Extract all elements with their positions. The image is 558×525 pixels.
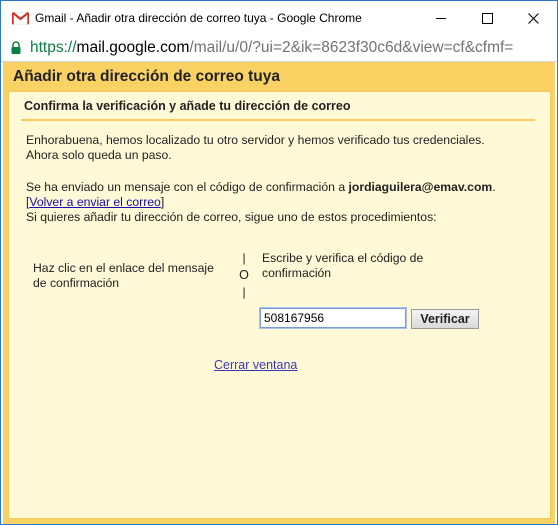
or-bar-top: | (242, 251, 246, 265)
or-bar-bottom: | (242, 285, 246, 299)
maximize-button[interactable] (464, 1, 510, 36)
url-scheme: https:// (30, 39, 77, 56)
url-host: mail.google.com (76, 39, 190, 56)
resend-line: [Volver a enviar el correo] (26, 195, 164, 210)
page-content: Añadir otra dirección de correo tuya Con… (2, 62, 556, 524)
option-code-line-1: Escribe y verifica el código de (262, 251, 424, 265)
congrats-line-2: Ahora solo queda un paso. (26, 148, 172, 162)
window-title: Gmail - Añadir otra dirección de correo … (35, 11, 362, 25)
option-code-line-2: confirmación (262, 266, 332, 280)
gmail-icon (12, 12, 29, 25)
sent-prefix: Se ha enviado un mensaje con el código d… (26, 180, 349, 194)
confirmation-code-input[interactable] (260, 308, 406, 328)
target-email: jordiaguilera@emav.com (348, 180, 493, 194)
minimize-icon (435, 18, 446, 19)
url-path: /mail/u/0/?ui=2&ik=8623f30c6d&view=cf&cf… (189, 39, 514, 56)
verify-button[interactable]: Verificar (411, 309, 479, 329)
confirmation-sent-text: Se ha enviado un mensaje con el código d… (26, 180, 496, 195)
dialog-header: Añadir otra dirección de correo tuya (13, 68, 281, 85)
close-window-link[interactable]: Cerrar ventana (214, 358, 297, 372)
dialog-frame: Añadir otra dirección de correo tuya Con… (3, 62, 555, 524)
or-separator: | O | (237, 252, 251, 299)
dialog-body: Confirma la verificación y añade tu dire… (8, 91, 551, 519)
sent-suffix: . (492, 180, 496, 194)
url-text[interactable]: https://mail.google.com/mail/u/0/?ui=2&i… (30, 39, 513, 57)
minimize-button[interactable] (418, 1, 464, 36)
or-label: O (239, 268, 249, 282)
address-bar[interactable]: https://mail.google.com/mail/u/0/?ui=2&i… (1, 36, 557, 62)
lock-icon (11, 41, 21, 54)
resend-close-bracket: ] (160, 195, 165, 209)
browser-window: Gmail - Añadir otra dirección de correo … (0, 0, 558, 525)
divider (21, 119, 535, 121)
title-bar: Gmail - Añadir otra dirección de correo … (1, 1, 557, 36)
close-icon (527, 13, 539, 24)
procedures-text: Si quieres añadir tu dirección de correo… (26, 210, 437, 224)
close-button[interactable] (510, 1, 556, 36)
option-link-line-1: Haz clic en el enlace del mensaje (33, 261, 214, 275)
maximize-icon (481, 13, 493, 24)
congrats-line-1: Enhorabuena, hemos localizado tu otro se… (26, 133, 485, 147)
resend-email-link[interactable]: Volver a enviar el correo (29, 195, 160, 209)
option-link-line-2: de confirmación (33, 276, 120, 290)
dialog-subheader: Confirma la verificación y añade tu dire… (24, 99, 351, 113)
